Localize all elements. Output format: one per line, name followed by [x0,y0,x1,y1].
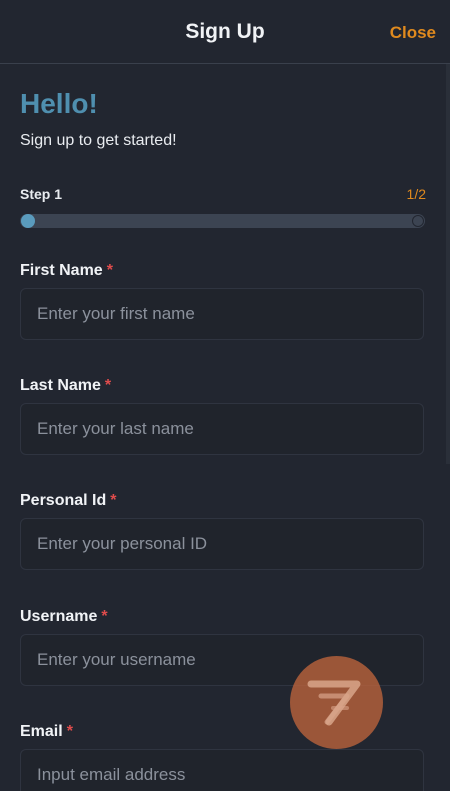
required-asterisk: * [104,377,112,394]
greeting-subtitle: Sign up to get started! [20,132,177,149]
step-count: 1/2 [406,186,426,202]
progress-current-dot [21,214,35,228]
last-name-label-text: Last Name [20,377,101,394]
username-label-text: Username [20,608,98,625]
first-name-field-group: First Name * [20,262,426,340]
username-field-group: Username * [20,608,426,686]
required-asterisk: * [101,608,108,625]
greeting-heading: Hello! [20,88,98,119]
required-asterisk: * [106,262,113,279]
first-name-label-text: First Name [20,262,103,279]
last-name-label: Last Name * [20,377,426,399]
personal-id-field-group: Personal Id * [20,492,426,570]
header-bar: Sign Up Close [0,0,450,64]
close-button[interactable]: Close [390,23,436,43]
progress-end-dot [412,215,424,227]
first-name-label: First Name * [20,262,426,284]
required-asterisk: * [110,492,117,509]
floating-action-button[interactable] [290,656,383,749]
email-input[interactable] [20,749,424,791]
personal-id-label: Personal Id * [20,492,426,514]
last-name-input[interactable] [20,403,424,455]
email-label-text: Email [20,723,63,740]
required-asterisk: * [66,723,73,740]
first-name-input[interactable] [20,288,424,340]
scrollbar[interactable] [446,64,450,464]
personal-id-label-text: Personal Id [20,492,107,509]
username-label: Username * [20,608,426,630]
step-label: Step 1 [20,186,63,202]
personal-id-input[interactable] [20,518,424,570]
page-title: Sign Up [185,20,265,43]
signup-screen: Sign Up Close Hello! Sign up to get star… [0,0,450,791]
arrow-logo-icon [307,680,361,726]
progress-bar [20,214,425,228]
last-name-field-group: Last Name * [20,377,426,455]
